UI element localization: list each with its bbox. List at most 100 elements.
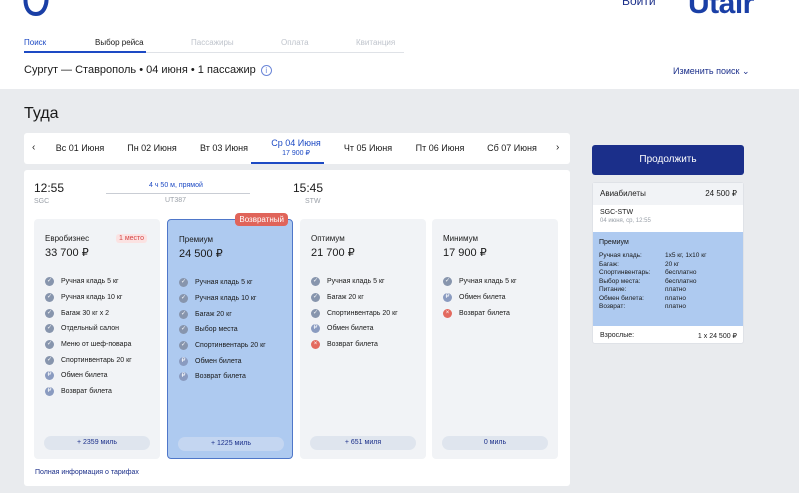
miles-pill: + 2359 миль <box>44 436 150 450</box>
date-tab[interactable]: Пт 06 Июня <box>404 143 476 153</box>
chevron-down-icon: ⌄ <box>741 66 750 76</box>
search-summary-text: Сургут — Ставрополь • 04 июня • 1 пассаж… <box>24 64 256 76</box>
check-icon: ✓ <box>179 341 188 351</box>
paid-icon: ₽ <box>179 372 188 382</box>
check-icon: ✓ <box>311 293 320 303</box>
continue-button[interactable]: Продолжить <box>592 145 744 175</box>
full-tariff-info-link[interactable]: Полная информация о тарифах <box>35 469 139 476</box>
miles-pill: + 1225 миль <box>178 437 284 451</box>
step-search[interactable]: Поиск <box>24 38 95 52</box>
step-flight-choice: Выбор рейса <box>95 38 144 47</box>
step-passengers: Пассажиры <box>191 38 234 47</box>
feature-text: Обмен билета <box>195 357 242 365</box>
flight-card: 12:55 SGC 4 ч 50 м, прямой UT387 15:45 S… <box>24 170 570 486</box>
date-tab-selected[interactable]: Ср 04 Июня 17 900 ₽ <box>260 138 332 157</box>
feature-text: Ручная кладь 5 кг <box>327 278 385 286</box>
feature-text: Багаж 30 кг x 2 <box>61 309 110 317</box>
tariff-name: Оптимум <box>311 234 345 243</box>
date-price: 17 900 ₽ <box>282 150 310 157</box>
chevron-left-icon[interactable]: ‹ <box>32 142 35 153</box>
check-icon: ✓ <box>179 278 188 288</box>
detail-key: Возврат: <box>599 303 626 310</box>
detail-key: Питание: <box>599 286 627 293</box>
check-icon: ✓ <box>179 294 188 304</box>
feature-item: × Возврат билета <box>311 337 398 353</box>
feature-text: Ручная кладь 10 кг <box>195 295 257 303</box>
chevron-right-icon[interactable]: › <box>556 142 559 153</box>
check-icon: ✓ <box>45 340 54 350</box>
feature-item: ₽ Обмен билета <box>45 368 132 384</box>
check-icon: ✓ <box>45 293 54 303</box>
segment-date: 04 июня, ср, 12:55 <box>600 218 651 224</box>
selected-tariff-name: Премиум <box>599 239 629 246</box>
detail-value: бесплатно <box>665 269 697 276</box>
utair-logo-icon[interactable] <box>22 0 50 18</box>
detail-key: Багаж: <box>599 260 619 268</box>
date-label: Ср 04 Июня <box>271 138 321 148</box>
check-icon: ✓ <box>45 324 54 334</box>
feature-text: Ручная кладь 5 кг <box>459 278 517 286</box>
order-summary: Авиабилеты 24 500 ₽ SGC-STW 04 июня, ср,… <box>592 182 744 344</box>
brand-logo[interactable]: Utair <box>688 0 754 21</box>
feature-item: × Возврат билета <box>443 305 517 321</box>
feature-text: Возврат билета <box>61 388 112 396</box>
search-summary: Сургут — Ставрополь • 04 июня • 1 пассаж… <box>24 64 272 76</box>
feature-text: Ручная кладь 5 кг <box>61 278 119 286</box>
detail-value: бесплатно <box>665 277 697 285</box>
booking-steps: Поиск Выбор рейса Пассажиры Оплата Квита… <box>24 38 416 52</box>
feature-text: Возврат билета <box>327 341 378 349</box>
date-label: Пт 06 Июня <box>415 143 465 153</box>
detail-value: 1x5 кг, 1x10 кг <box>665 252 707 259</box>
date-tab[interactable]: Вт 03 Июня <box>188 143 260 153</box>
date-tab[interactable]: Пн 02 Июня <box>116 143 188 153</box>
tickets-total: 24 500 ₽ <box>705 189 737 198</box>
check-icon: ✓ <box>443 277 452 287</box>
passengers-label: Взрослые: <box>600 332 635 339</box>
check-icon: ✓ <box>311 308 320 318</box>
date-tab[interactable]: Вс 01 Июня <box>44 143 116 153</box>
login-link[interactable]: Войти <box>622 0 656 8</box>
feature-item: ✓ Спортинвентарь 20 кг <box>311 305 398 321</box>
seats-left-badge: 1 место <box>116 234 148 243</box>
info-icon[interactable]: i <box>260 64 272 76</box>
detail-key: Спортинвентарь: <box>599 269 651 276</box>
date-label: Чт 05 Июня <box>343 143 393 153</box>
feature-text: Спортинвентарь 20 кг <box>327 309 398 317</box>
date-label: Пн 02 Июня <box>127 143 177 153</box>
feature-item: ₽ Возврат билета <box>45 384 132 400</box>
tariff-card-premium[interactable]: Возвратный Премиум 24 500 ₽ ✓ Ручная клад… <box>167 213 293 459</box>
check-icon: ✓ <box>45 277 54 287</box>
feature-text: Багаж 20 кг <box>327 294 364 302</box>
cross-icon: × <box>311 340 320 350</box>
miles-pill: + 651 миля <box>310 436 416 450</box>
route-line <box>106 193 250 194</box>
change-search-link[interactable]: Изменить поиск ⌄ <box>673 66 750 77</box>
tariff-price: 17 900 ₽ <box>443 247 487 259</box>
feature-item: ✓ Ручная кладь 10 кг <box>179 291 266 307</box>
feature-item: ✓ Отдельный салон <box>45 321 132 337</box>
date-tab[interactable]: Сб 07 Июня <box>476 143 548 153</box>
feature-text: Меню от шеф-повара <box>61 341 132 349</box>
tariff-card-eurobusiness[interactable]: Евробизнес 1 место 33 700 ₽ ✓ Ручная клад… <box>34 219 160 459</box>
tariff-card-minimum[interactable]: Минимум 17 900 ₽ ✓ Ручная кладь 5 кг ₽ Обме… <box>432 219 558 459</box>
cross-icon: × <box>443 308 452 318</box>
feature-item: ✓ Ручная кладь 5 кг <box>311 274 398 290</box>
feature-text: Возврат билета <box>459 309 510 317</box>
detail-key: Выбор места: <box>599 277 641 285</box>
feature-text: Выбор места <box>195 326 238 334</box>
feature-text: Обмен билета <box>327 325 374 333</box>
feature-list: ✓ Ручная кладь 5 кг ✓ Ручная кладь 10 кг ✓ Ба… <box>179 275 266 385</box>
detail-value: платно <box>665 286 686 293</box>
feature-text: Возврат билета <box>195 373 246 381</box>
feature-text: Ручная кладь 10 кг <box>61 294 123 302</box>
date-tab[interactable]: Чт 05 Июня <box>332 143 404 153</box>
feature-text: Багаж 20 кг <box>195 310 232 318</box>
feature-text: Спортинвентарь 20 кг <box>61 356 132 364</box>
selected-tariff-details: Премиум Ручная кладь: 1x5 кг, 1x10 кг Бага… <box>593 232 743 326</box>
date-label: Вс 01 Июня <box>55 143 105 153</box>
tariff-card-optimum[interactable]: Оптимум 21 700 ₽ ✓ Ручная кладь 5 кг ✓ Бага… <box>300 219 426 459</box>
paid-icon: ₽ <box>179 356 188 366</box>
header: Войти Utair Поиск Выбор рейса Пассажиры … <box>0 0 799 89</box>
tariff-price: 21 700 ₽ <box>311 247 355 259</box>
feature-text: Спортинвентарь 20 кг <box>195 342 266 350</box>
